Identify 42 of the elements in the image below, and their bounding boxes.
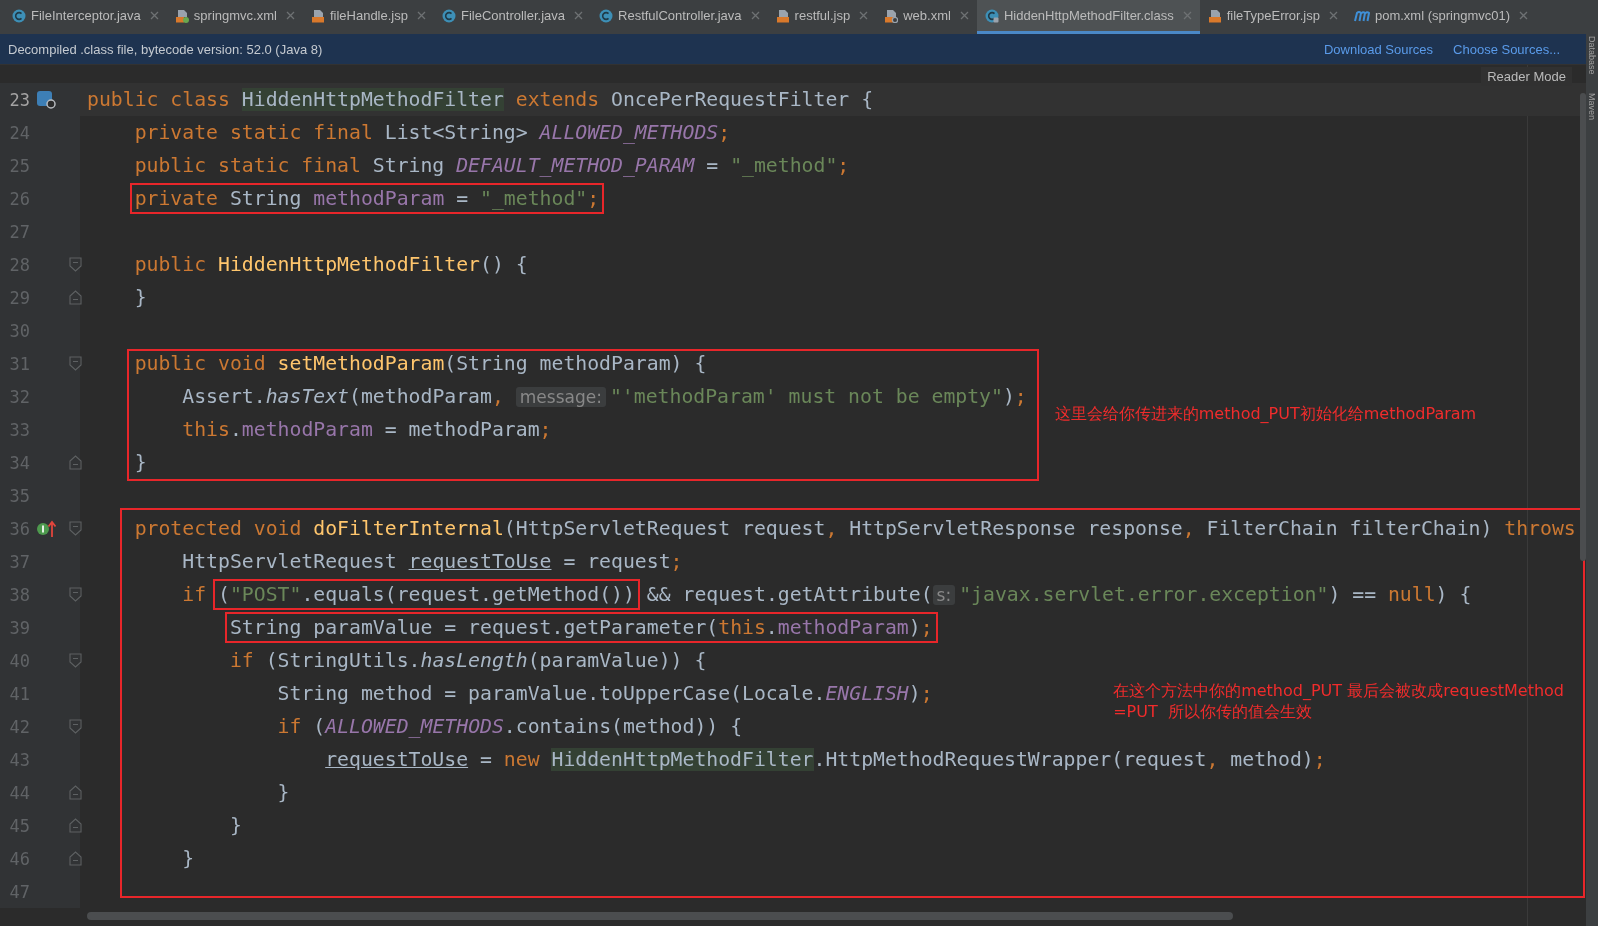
reader-mode-button[interactable]: Reader Mode xyxy=(1481,67,1572,86)
code-text: && request.getAttribute( s: "javax.servlet.error.exception") == null) { xyxy=(645,583,1472,606)
highlighted-code: ("POST".equals(request.getMethod()) xyxy=(213,579,640,610)
code-text: if xyxy=(182,583,208,606)
line-number: 23 xyxy=(8,89,30,110)
highlighted-code: private String methodParam = "_method"; xyxy=(129,183,605,214)
editor-tab[interactable]: pom.xml (springmvc01) xyxy=(1345,0,1536,34)
code-text: Assert.hasText(methodParam, message: "'methodParam' must not be empty"); xyxy=(182,385,1027,408)
editor-tab[interactable]: FileController.java xyxy=(433,0,591,34)
code-text: public class HiddenHttpMethodFilter extends OncePerRequestFilter { xyxy=(87,88,874,111)
code-text: } xyxy=(277,781,290,804)
code-text: } xyxy=(134,451,147,474)
code-text: } xyxy=(229,814,242,837)
editor-tab[interactable]: FileInterceptor.java xyxy=(4,0,167,34)
editor-tab[interactable]: springmvc.xml xyxy=(166,0,303,34)
code-text: } xyxy=(134,286,147,309)
code-text: public static final String DEFAULT_METHOD_PARAM = "_method"; xyxy=(134,154,850,177)
code-text: if (StringUtils.hasLength(paramValue)) { xyxy=(229,649,707,672)
code-text: HttpServletRequest requestToUse = request; xyxy=(182,550,683,573)
code-text: String method = paramValue.toUpperCase(Locale.ENGLISH); xyxy=(277,682,933,705)
code-text: if (ALLOWED_METHODS.contains(method)) { xyxy=(277,715,743,738)
editor-tab[interactable]: RestfulController.java xyxy=(591,0,768,34)
editor-tab[interactable]: fileHandle.jsp xyxy=(302,0,434,34)
editor-tab[interactable]: web.xml xyxy=(876,0,977,34)
highlighted-code: String paramValue = request.getParameter(this.methodParam); xyxy=(224,612,938,643)
code-text: private static final List<String> ALLOWED_METHODS; xyxy=(134,121,731,144)
code-text: this.methodParam = methodParam; xyxy=(182,418,552,441)
code-text: requestToUse = new HiddenHttpMethodFilter.HttpMethodRequestWrapper(request, method); xyxy=(325,748,1326,771)
code-text: public void setMethodParam(String methodParam) { xyxy=(134,352,707,375)
annotation-note: 在这个方法中你的method_PUT 最后会被改成requestMethod =PUT 所以你传的值会生效 xyxy=(1113,680,1564,722)
editor-tab[interactable]: fileTypeError.jsp xyxy=(1199,0,1346,34)
sources-link[interactable]: Choose Sources... xyxy=(1453,41,1560,57)
annotation-note: 这里会给你传进来的method_PUT初始化给methodParam xyxy=(1054,402,1477,424)
tool-window-tab[interactable]: Maven xyxy=(1586,92,1598,120)
code-text: } xyxy=(182,847,195,870)
code-text: public HiddenHttpMethodFilter() { xyxy=(134,253,528,276)
editor-tab[interactable]: restful.jsp xyxy=(767,0,877,34)
sources-link[interactable]: Download Sources xyxy=(1323,41,1434,57)
info-message: Decompiled .class file, bytecode version: 52.0 (Java 8) xyxy=(8,41,323,57)
code-text: protected void doFilterInternal(HttpServletRequest request, HttpServletResponse response, FilterChain filterChain) throws xyxy=(134,517,1576,540)
tool-window-tab[interactable]: Database xyxy=(1586,36,1598,75)
editor-tab[interactable]: HiddenHttpMethodFilter.class xyxy=(976,0,1200,34)
